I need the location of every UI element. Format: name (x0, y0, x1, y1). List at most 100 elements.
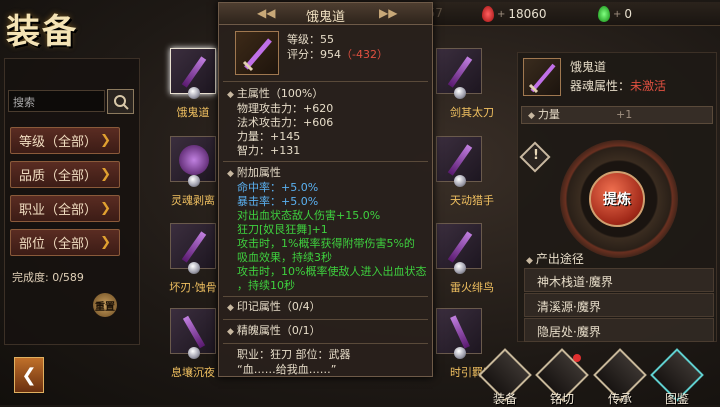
attr-line: 物理攻击力：+620 (237, 102, 334, 115)
notification-dot (573, 354, 581, 362)
red-currency: +18060 (482, 6, 547, 22)
filter-label: 品质（全部） (19, 169, 98, 184)
sword-icon (242, 38, 272, 72)
chevron-right-icon: ❯ (100, 133, 111, 148)
filter-class-button[interactable]: 职业（全部） ❯ (10, 195, 120, 222)
filter-level-button[interactable]: 等级（全部） ❯ (10, 127, 120, 154)
cell-label: 剑其太刀 (450, 106, 494, 119)
nav-equip-button[interactable]: 装备 (478, 348, 532, 406)
search-icon (113, 94, 129, 110)
filter-label: 部位（全部） (19, 237, 98, 252)
grid-cell[interactable]: 息壤沉夜 (162, 308, 224, 392)
filter-quality-button[interactable]: 品质（全部） ❯ (10, 161, 120, 188)
attr-line: 法术攻击力：+606 (237, 116, 334, 129)
nav-inscribe-button[interactable]: 铭切 (535, 348, 589, 406)
soul-attr-text: 精魄属性（0/1） (236, 324, 321, 337)
currency-bar: 957 +18060 +0 (420, 2, 720, 26)
divider (223, 81, 428, 82)
item-quote: “血……给我血……” (237, 363, 337, 376)
attr-line: 命中率：+5.0% (237, 181, 319, 194)
back-button[interactable]: ❮ (14, 357, 44, 393)
grid-cell[interactable]: 天动猎手 (428, 136, 494, 220)
grid-cell[interactable]: 雷火绯鸟 (428, 223, 494, 307)
diamond-icon: ◆ (227, 90, 234, 100)
cell-label: 雷火绯鸟 (450, 281, 494, 294)
diamond-icon: ◆ (227, 327, 234, 337)
exclamation-icon: ! (533, 148, 539, 163)
detail-item-name: 饿鬼道 (570, 60, 607, 74)
green-currency: +0 (598, 6, 632, 22)
item-icon (235, 31, 279, 75)
item-score: 评分：954（-432） (287, 48, 388, 63)
reset-button[interactable]: 重置 (93, 293, 117, 317)
nav-label: 图鉴 (664, 392, 689, 406)
power-bar: ◆ 力量 +1 (521, 106, 713, 124)
diamond-icon: ◆ (227, 169, 234, 179)
item-tooltip: ◀◀ ▶▶ 饿鬼道 等级：55 评分：954（-432） ◆ 主属性（100%） … (218, 2, 433, 377)
nav-label: 铭切 (549, 392, 574, 406)
grid-cell[interactable]: 剑其太刀 (428, 48, 494, 132)
nav-label: 装备 (492, 392, 517, 406)
attr-line: 力量：+145 (237, 130, 301, 143)
divider (223, 296, 428, 297)
sword-icon (528, 63, 556, 94)
power-label: ◆ 力量 (528, 108, 560, 124)
item-level: 等级：55 (287, 33, 334, 46)
source-item[interactable]: 清溪源·魔界 (524, 293, 714, 317)
nav-inherit-button[interactable]: 传承 (593, 348, 647, 406)
nav-codex-button[interactable]: 图鉴 (650, 348, 704, 406)
divider (223, 161, 428, 162)
seal-attr-text: 印记属性（0/4） (236, 300, 321, 313)
red-currency-value: 18060 (508, 7, 547, 21)
power-value: +1 (616, 108, 633, 121)
attr-line: ，持续10秒 (237, 279, 295, 292)
diamond-icon: ◆ (526, 256, 533, 266)
chevron-right-icon: ❯ (100, 167, 111, 182)
soul-status: 器魂属性：未激活 (570, 79, 666, 94)
power-label-text: 力量 (537, 108, 560, 121)
soul-attr: ◆ 精魄属性（0/1） (227, 324, 321, 340)
search-button[interactable] (107, 89, 134, 114)
refine-button[interactable]: 提炼 (589, 171, 645, 227)
attr-line: 暴击率：+5.0% (237, 195, 319, 208)
grid-cell[interactable]: 时引羁磨 (428, 308, 494, 392)
job-info: 职业：狂刀 部位：武器 (237, 348, 351, 361)
back-arrow-icon: ❮ (21, 364, 37, 386)
cell-label: 天动猎手 (450, 194, 494, 207)
grid-cell[interactable]: 坏刃·蚀骨 (162, 223, 224, 307)
green-currency-value: 0 (624, 7, 633, 21)
tooltip-item-name: 饿鬼道 (305, 10, 345, 25)
red-drop-icon (482, 6, 494, 22)
diamond-icon: ◆ (528, 111, 535, 121)
grid-cell[interactable]: 灵魂剥离 (162, 136, 224, 220)
detail-item-icon (523, 58, 561, 96)
seal-attr: ◆ 印记属性（0/4） (227, 300, 321, 316)
main-attr-title-text: 主属性（100%） (236, 87, 324, 100)
attr-line: 狂刀[奴艮狂舞]+1 (237, 223, 328, 236)
filter-label: 等级（全部） (19, 135, 98, 150)
divider (223, 319, 428, 320)
extra-attr-title: ◆ 附加属性 (227, 166, 281, 182)
source-title: ◆ 产出途径 (526, 252, 584, 269)
attr-line: 对出血状态敌人伤害+15.0% (237, 209, 381, 222)
chevron-right-icon: ❯ (100, 201, 111, 216)
attr-line: 智力：+131 (237, 144, 301, 157)
main-attr-title: ◆ 主属性（100%） (227, 87, 323, 103)
chevron-right-icon: ❯ (100, 235, 111, 250)
filter-label: 职业（全部） (19, 203, 98, 218)
diamond-icon: ◆ (227, 303, 234, 313)
completion-text: 完成度: 0/589 (12, 271, 84, 284)
grid-cell[interactable]: 饿鬼道 (162, 48, 224, 132)
green-drop-icon (598, 6, 610, 22)
filter-slot-button[interactable]: 部位（全部） ❯ (10, 229, 120, 256)
divider (223, 343, 428, 344)
attr-line: 攻击时，10%概率使敌人进入出血状态 (237, 265, 427, 278)
search-input[interactable]: 搜索 (8, 90, 105, 112)
nav-label: 传承 (607, 392, 632, 406)
score-value: 评分：954 (287, 48, 341, 61)
source-item[interactable]: 隐居处·魔界 (524, 318, 714, 342)
soul-label: 器魂属性： (570, 79, 631, 93)
soul-status-value: 未激活 (630, 79, 667, 93)
source-item[interactable]: 神木栈道·魔界 (524, 268, 714, 292)
extra-attr-title-text: 附加属性 (236, 166, 281, 179)
